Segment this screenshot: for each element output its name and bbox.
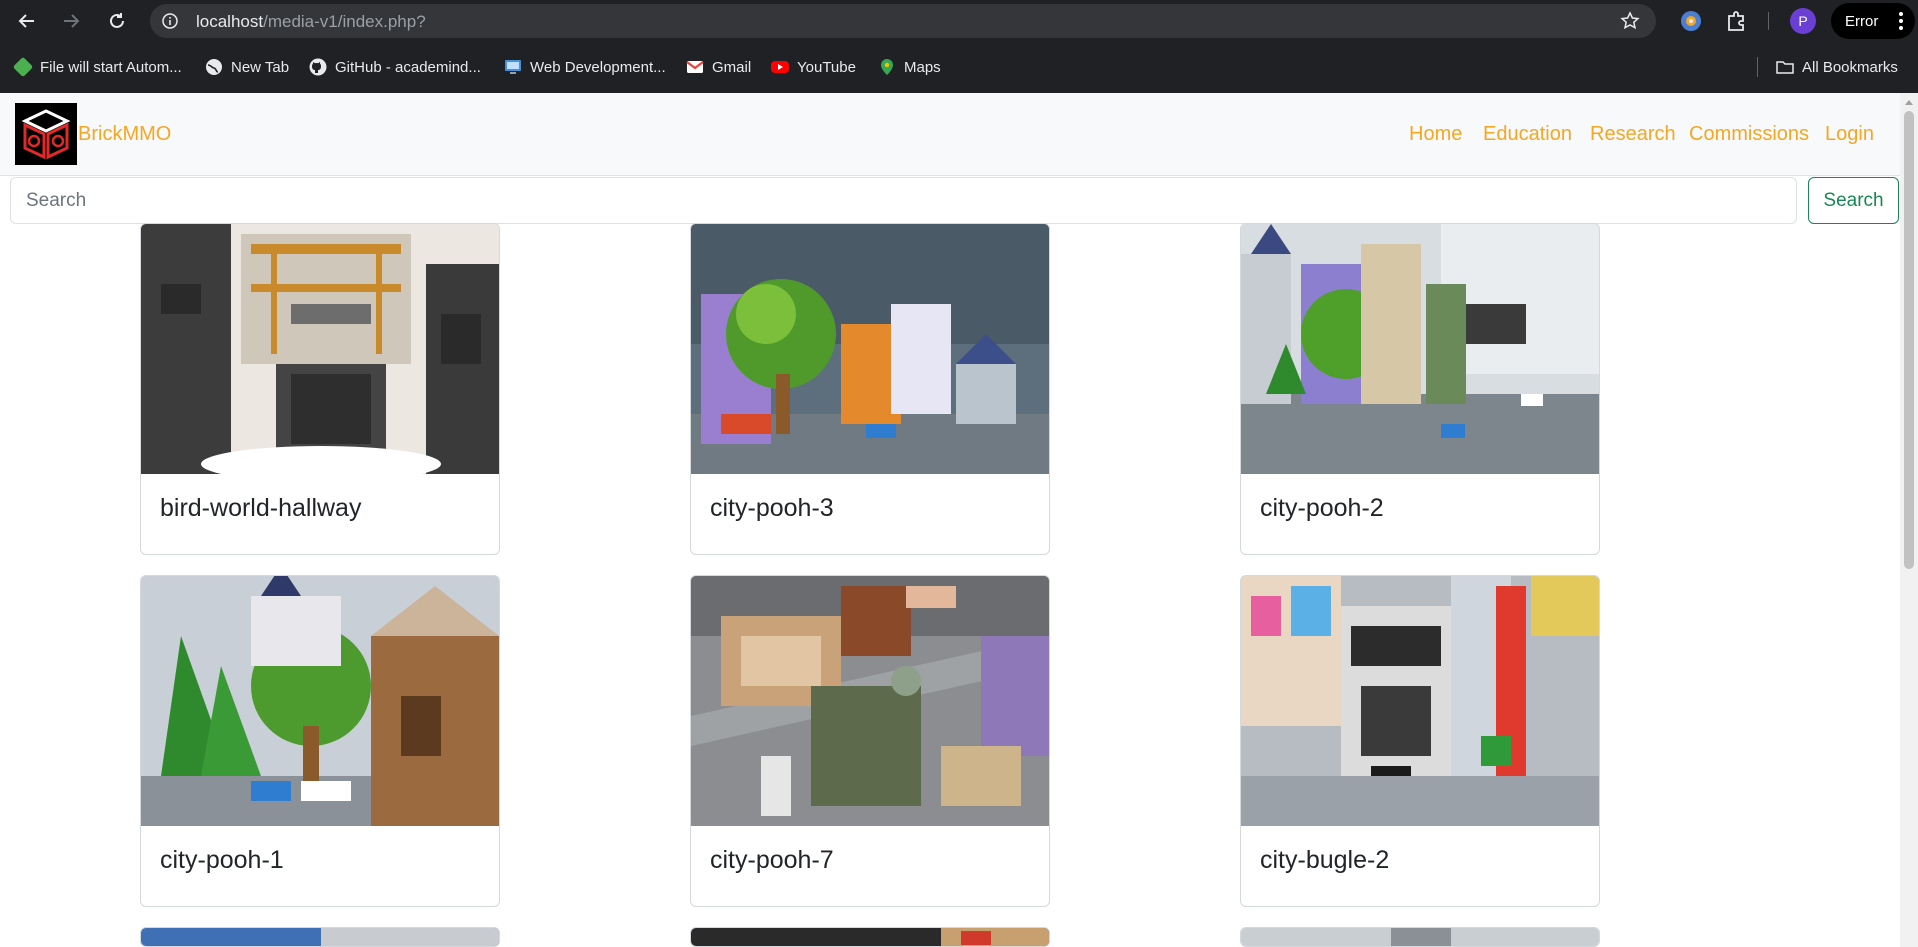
gmail-icon	[686, 61, 704, 73]
media-card[interactable]: city-pooh-2	[1240, 223, 1600, 555]
media-title[interactable]: city-pooh-7	[710, 846, 834, 875]
bookmark-item[interactable]: File will start Autom...	[12, 55, 182, 79]
nav-home-link[interactable]: Home	[1409, 123, 1462, 146]
bookmark-star-icon[interactable]	[1620, 11, 1640, 31]
github-icon	[309, 58, 327, 76]
site-navbar: BrickMMO Home Education Research Commiss…	[0, 93, 1900, 176]
monitor-icon	[505, 60, 521, 74]
bookmark-item[interactable]: GitHub - academind...	[309, 55, 481, 79]
error-label: Error	[1845, 12, 1879, 30]
youtube-icon	[771, 61, 789, 73]
bookmark-item[interactable]: Gmail	[686, 55, 751, 79]
forward-button[interactable]	[58, 8, 84, 34]
site-info-icon[interactable]	[162, 13, 178, 29]
media-title[interactable]: city-pooh-3	[710, 494, 834, 523]
media-card-partial[interactable]	[1240, 927, 1600, 947]
extensions-puzzle-icon[interactable]	[1725, 9, 1749, 33]
bookmark-item[interactable]: YouTube	[771, 55, 856, 79]
extension-colorful-icon[interactable]	[1679, 9, 1703, 33]
brickmmo-logo[interactable]	[15, 103, 77, 165]
media-thumbnail-partial	[141, 928, 499, 946]
search-input[interactable]	[10, 177, 1797, 224]
media-thumbnail[interactable]	[141, 224, 499, 474]
url-path: /media-v1/index.php?	[263, 12, 426, 31]
bookmark-item[interactable]: Web Development...	[504, 55, 666, 79]
bookmark-label: YouTube	[797, 58, 856, 76]
all-bookmarks-folder[interactable]: All Bookmarks	[1776, 55, 1898, 79]
media-card[interactable]: bird-world-hallway	[140, 223, 500, 555]
lego-city-image	[691, 224, 1049, 474]
nav-login-link[interactable]: Login	[1825, 123, 1874, 146]
page-viewport: BrickMMO Home Education Research Commiss…	[0, 93, 1918, 947]
bookmark-item[interactable]: Maps	[878, 55, 941, 79]
bookmark-label: New Tab	[231, 58, 290, 76]
media-title[interactable]: city-bugle-2	[1260, 846, 1389, 875]
more-menu-icon[interactable]	[1899, 12, 1903, 30]
bookmark-label: Gmail	[712, 58, 752, 76]
reload-button[interactable]	[104, 8, 130, 34]
media-thumbnail[interactable]	[141, 576, 499, 826]
media-card[interactable]: city-pooh-1	[140, 575, 500, 907]
back-button[interactable]	[14, 8, 40, 34]
lego-city-image	[141, 576, 499, 826]
media-thumbnail[interactable]	[1241, 576, 1599, 826]
media-card-partial[interactable]	[690, 927, 1050, 947]
lego-city-image	[691, 576, 1049, 826]
media-thumbnail[interactable]	[691, 576, 1049, 826]
bookmark-label: Web Development...	[530, 58, 666, 76]
bookmarks-bar: File will start Autom... New Tab GitHub …	[0, 42, 1918, 93]
toolbar-divider	[1768, 12, 1769, 30]
bookmark-label: GitHub - academind...	[335, 58, 481, 76]
media-thumbnail[interactable]	[1241, 224, 1599, 474]
lego-city-image	[1241, 224, 1599, 474]
url-host: localhost	[196, 12, 264, 31]
bookmark-label: File will start Autom...	[40, 58, 182, 76]
all-bookmarks-label: All Bookmarks	[1802, 58, 1898, 76]
brick-cube-logo-icon	[21, 109, 71, 160]
address-bar[interactable]: localhost/media-v1/index.php?	[150, 4, 1656, 38]
nav-commissions-link[interactable]: Commissions	[1689, 123, 1809, 146]
browser-toolbar: localhost/media-v1/index.php? P Error	[0, 0, 1918, 42]
reload-icon	[110, 13, 124, 28]
brand-link[interactable]: BrickMMO	[78, 123, 171, 146]
browser-error-button[interactable]: Error	[1831, 3, 1915, 39]
media-title[interactable]: city-pooh-2	[1260, 494, 1384, 523]
nav-research-link[interactable]: Research	[1590, 123, 1676, 146]
globe-icon	[206, 59, 222, 75]
url-text: localhost/media-v1/index.php?	[196, 12, 426, 32]
media-title[interactable]: bird-world-hallway	[160, 494, 361, 523]
media-thumbnail-partial	[691, 928, 1049, 946]
media-card[interactable]: city-bugle-2	[1240, 575, 1600, 907]
cube-icon	[12, 56, 34, 78]
bookmarks-divider	[1757, 57, 1758, 77]
media-title[interactable]: city-pooh-1	[160, 846, 284, 875]
lego-city-image	[1241, 576, 1599, 826]
media-card-partial[interactable]	[140, 927, 500, 947]
scroll-up-arrow-icon[interactable]	[1904, 97, 1914, 107]
back-arrow-icon	[18, 14, 34, 28]
forward-arrow-icon	[64, 14, 80, 28]
maps-icon	[881, 59, 893, 75]
folder-icon	[1776, 61, 1794, 74]
media-thumbnail-partial	[1241, 928, 1599, 946]
bookmark-item[interactable]: New Tab	[205, 55, 289, 79]
bookmark-label: Maps	[904, 58, 941, 76]
media-card[interactable]: city-pooh-3	[690, 223, 1050, 555]
nav-education-link[interactable]: Education	[1483, 123, 1572, 146]
search-button[interactable]: Search	[1808, 177, 1899, 224]
scrollbar-thumb[interactable]	[1904, 111, 1914, 569]
profile-avatar[interactable]: P	[1790, 8, 1816, 34]
media-card[interactable]: city-pooh-7	[690, 575, 1050, 907]
lego-hallway-image	[141, 224, 499, 474]
media-thumbnail[interactable]	[691, 224, 1049, 474]
